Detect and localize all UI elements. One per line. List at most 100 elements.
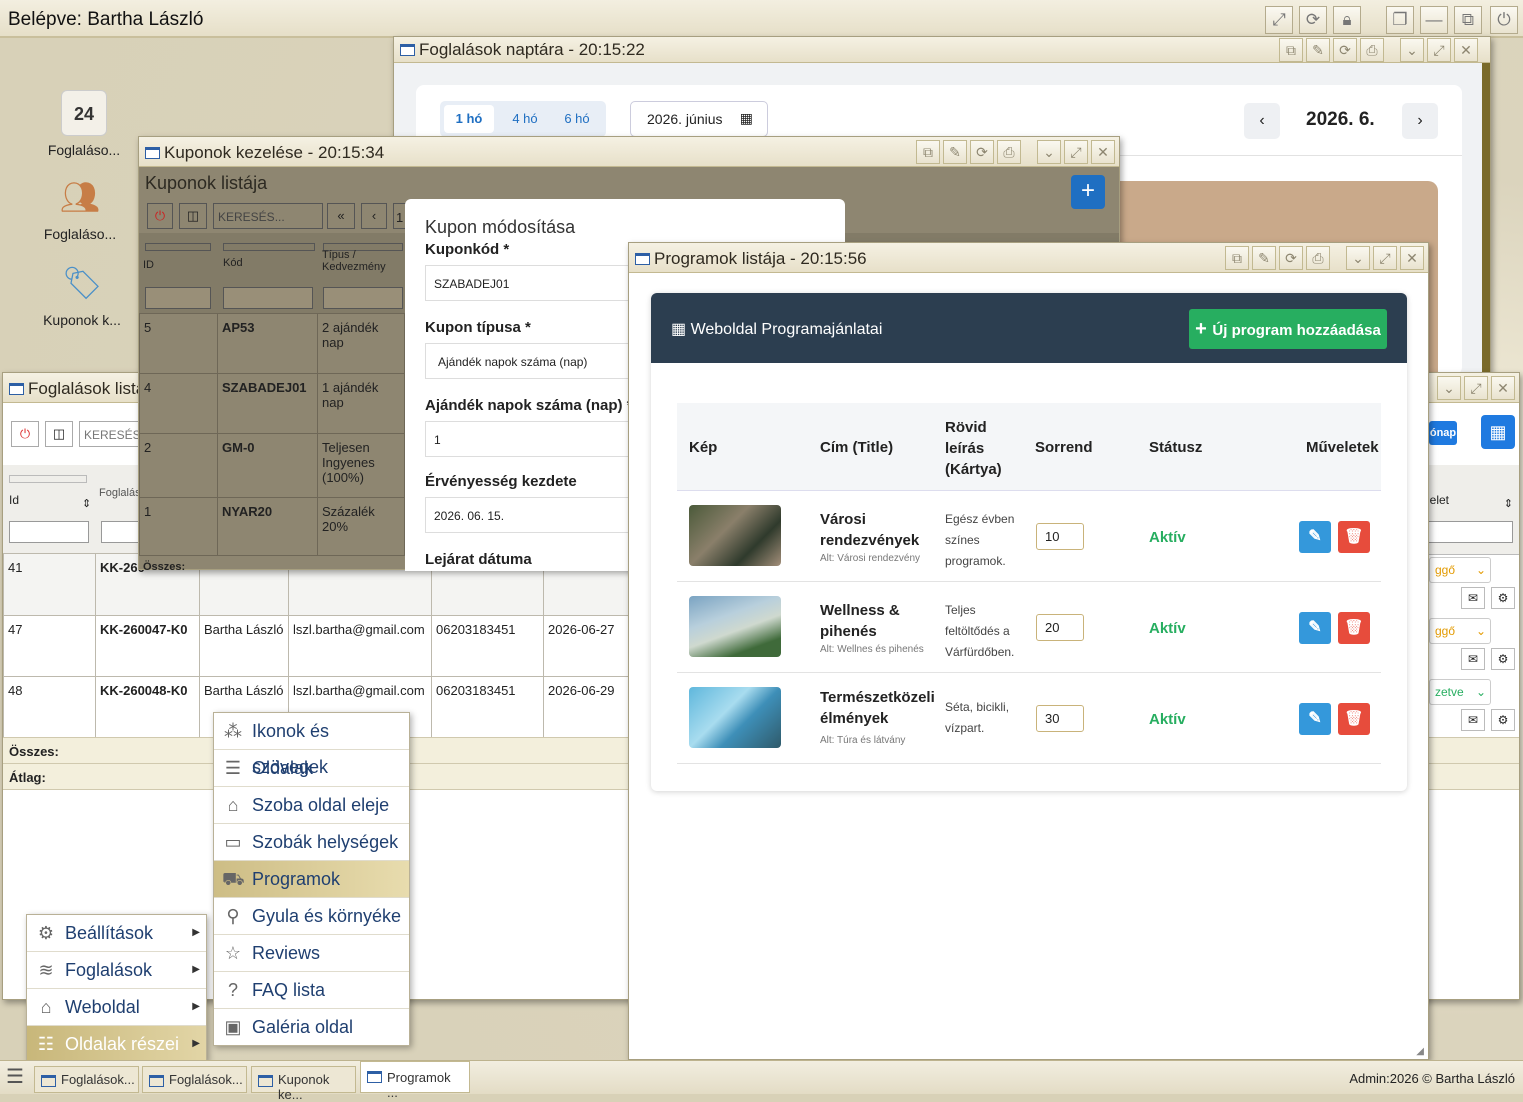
email-icon[interactable]: ✉ xyxy=(1461,587,1485,609)
menu-item-settings[interactable]: ⚙ Beállítások ▶ xyxy=(27,915,206,952)
close-icon[interactable]: ✕ xyxy=(1454,38,1478,62)
prev-month-button[interactable]: ‹ xyxy=(1244,103,1280,139)
refresh-icon[interactable]: ⟳ xyxy=(1279,246,1303,270)
print-icon[interactable]: ⎙ xyxy=(997,140,1021,164)
close-icon[interactable]: ✕ xyxy=(1091,140,1115,164)
search-input[interactable]: KERESÉS... xyxy=(213,203,323,229)
order-input[interactable]: 20 xyxy=(1036,614,1084,641)
delete-button[interactable]: 🗑︎ xyxy=(1338,703,1370,735)
status-select[interactable]: zetve ⌄ xyxy=(1429,679,1491,705)
filter-id-input[interactable] xyxy=(9,521,89,543)
filter-type-input[interactable] xyxy=(323,287,403,309)
table-row[interactable]: 5 AP53 2 ajándék nap xyxy=(139,313,405,374)
collapse-icon[interactable]: ⌄ xyxy=(1437,376,1461,400)
col-booking[interactable]: Foglalás xyxy=(99,487,141,499)
email-icon[interactable]: ✉ xyxy=(1461,709,1485,731)
add-program-button[interactable]: + Új program hozzáadása xyxy=(1189,309,1387,349)
calendar-view-button[interactable]: ▦ xyxy=(1481,415,1515,449)
pin-icon[interactable]: ✎ xyxy=(1306,38,1330,62)
tab-6-months[interactable]: 6 hó xyxy=(552,105,602,133)
delete-button[interactable]: 🗑︎ xyxy=(1338,612,1370,644)
drag-handle[interactable] xyxy=(9,475,87,483)
print-icon[interactable]: ⎙ xyxy=(1360,38,1384,62)
menu-item-website[interactable]: ⌂ Weboldal ▶ xyxy=(27,989,206,1026)
table-row[interactable]: Városi rendezvények Alt: Városi rendezvé… xyxy=(677,491,1381,582)
filter-id-input[interactable] xyxy=(145,287,211,309)
drag-handle[interactable] xyxy=(223,243,315,251)
submenu-item-reviews[interactable]: ☆ Reviews xyxy=(214,935,409,972)
edit-button[interactable]: ✎ xyxy=(1299,612,1331,644)
col-code[interactable]: Kód xyxy=(223,257,243,269)
submenu-item-gyula[interactable]: ⚲ Gyula és környéke xyxy=(214,898,409,935)
desktop-icon-bookings-calendar[interactable]: 24 Foglaláso... xyxy=(34,90,134,158)
desktop-icon-bookings-list[interactable]: 👥︎ Foglaláso... xyxy=(30,174,130,242)
task-bookings-list[interactable]: Foglalások... xyxy=(142,1066,247,1093)
table-row[interactable]: 47 KK-260047-K0 Bartha László lszl.barth… xyxy=(3,615,629,677)
refresh-icon[interactable]: ⟳ xyxy=(970,140,994,164)
edit-button[interactable]: ✎ xyxy=(1299,521,1331,553)
menu-item-page-parts[interactable]: ☷ Oldalak részei ▶ xyxy=(27,1026,206,1063)
sort-icon[interactable]: ⇕ xyxy=(1504,497,1513,510)
power-icon[interactable]: ⏻ xyxy=(1490,6,1518,34)
pin-icon[interactable]: ✎ xyxy=(943,140,967,164)
col-actions[interactable]: elet xyxy=(1430,493,1449,507)
sort-icon[interactable]: ⇕ xyxy=(82,497,91,510)
drag-handle[interactable] xyxy=(145,243,211,251)
month-chip[interactable]: ónap xyxy=(1429,421,1457,445)
task-coupons[interactable]: Kuponok ke... xyxy=(251,1066,356,1102)
lock-icon[interactable]: 🔒︎ xyxy=(1333,6,1361,34)
print-icon[interactable]: ⎙ xyxy=(1306,246,1330,270)
minimize-icon[interactable]: — xyxy=(1420,6,1448,34)
columns-icon[interactable]: ◫ xyxy=(179,203,207,229)
submenu-item-faq[interactable]: ? FAQ lista xyxy=(214,972,409,1009)
filter-booking-input[interactable] xyxy=(101,521,141,543)
start-menu-icon[interactable]: ☰ xyxy=(6,1067,30,1089)
first-page-icon[interactable]: « xyxy=(327,203,355,229)
prev-page-icon[interactable]: ‹ xyxy=(361,203,387,229)
tile-icon[interactable]: ⧉ xyxy=(1454,6,1482,34)
menu-item-bookings[interactable]: ≋ Foglalások ▶ xyxy=(27,952,206,989)
col-type[interactable]: Típus / Kedvezmény xyxy=(322,249,386,273)
email-icon[interactable]: ✉ xyxy=(1461,648,1485,670)
col-id[interactable]: ID xyxy=(143,259,154,271)
scrollbar[interactable] xyxy=(1482,63,1490,377)
date-picker[interactable]: 2026. június ▦ xyxy=(630,101,768,137)
submenu-item-gallery[interactable]: ▣ Galéria oldal xyxy=(214,1009,409,1046)
col-id[interactable]: Id xyxy=(9,493,19,507)
settings-icon[interactable]: ⚙ xyxy=(1491,648,1515,670)
collapse-icon[interactable]: ⌄ xyxy=(1037,140,1061,164)
table-row[interactable]: Wellness & pihenés Alt: Wellnes és pihen… xyxy=(677,582,1381,673)
power-filter-icon[interactable]: ⏻ xyxy=(11,421,39,447)
edit-button[interactable]: ✎ xyxy=(1299,703,1331,735)
tab-4-months[interactable]: 4 hó xyxy=(500,105,550,133)
pin-icon[interactable]: ✎ xyxy=(1252,246,1276,270)
power-filter-icon[interactable]: ⏻ xyxy=(147,203,173,229)
collapse-icon[interactable]: ⌄ xyxy=(1346,246,1370,270)
refresh-icon[interactable]: ⟳ xyxy=(1299,6,1327,34)
collapse-icon[interactable]: ⌄ xyxy=(1400,38,1424,62)
status-select[interactable]: ggő ⌄ xyxy=(1429,557,1491,583)
task-bookings-calendar[interactable]: Foglalások... xyxy=(34,1066,139,1093)
table-row[interactable]: 4 SZABADEJ01 1 ajándék nap xyxy=(139,373,405,434)
submenu-item-room-page-top[interactable]: ⌂ Szoba oldal eleje xyxy=(214,787,409,824)
desktop-icon-coupons[interactable]: 🏷︎ Kuponok k... xyxy=(32,260,132,328)
resize-handle[interactable]: ◢ xyxy=(1416,1046,1424,1057)
refresh-icon[interactable]: ⟳ xyxy=(1333,38,1357,62)
maximize-icon[interactable]: ⤢ xyxy=(1427,38,1451,62)
search-input[interactable]: KERESÉS... xyxy=(79,421,139,447)
order-input[interactable]: 30 xyxy=(1036,705,1084,732)
maximize-icon[interactable]: ⤢ xyxy=(1464,376,1488,400)
cascade-icon[interactable]: ❐ xyxy=(1386,6,1414,34)
filter-code-input[interactable] xyxy=(223,287,313,309)
settings-icon[interactable]: ⚙ xyxy=(1491,587,1515,609)
fullscreen-icon[interactable]: ⤢ xyxy=(1265,6,1293,34)
close-icon[interactable]: ✕ xyxy=(1400,246,1424,270)
popout-icon[interactable]: ⧉ xyxy=(1279,38,1303,62)
tab-1-month[interactable]: 1 hó xyxy=(444,105,494,133)
delete-button[interactable]: 🗑︎ xyxy=(1338,521,1370,553)
table-row[interactable]: 2 GM-0 Teljesen Ingyenes (100%) xyxy=(139,433,405,498)
submenu-item-pages[interactable]: ☰ Oldalak xyxy=(214,750,409,787)
add-coupon-button[interactable]: + xyxy=(1071,175,1105,209)
close-icon[interactable]: ✕ xyxy=(1491,376,1515,400)
columns-icon[interactable]: ◫ xyxy=(45,421,73,447)
